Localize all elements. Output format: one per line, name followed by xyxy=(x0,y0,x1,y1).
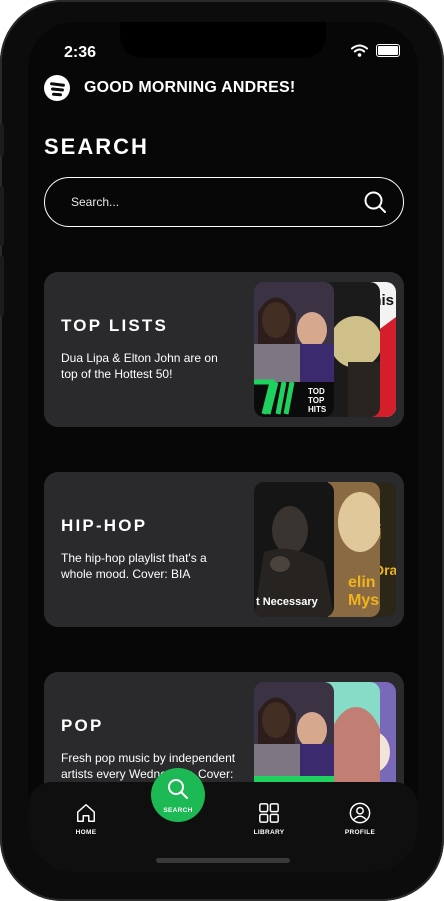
search-bar xyxy=(44,177,404,227)
cover-art-front: t Necessary xyxy=(254,482,334,617)
status-icons xyxy=(351,44,400,57)
category-card-top-lists[interactable]: TOP LISTS Dua Lipa & Elton John are on t… xyxy=(44,272,404,427)
app-screen: 2:36 GOOD MORNING ANDRES! SEARCH Search.… xyxy=(28,22,418,872)
cover-art-front: TOD TOP HITS xyxy=(254,282,334,417)
page-title: SEARCH xyxy=(44,134,149,159)
wifi-icon xyxy=(351,44,368,57)
status-time: 2:36 xyxy=(64,44,97,61)
search-input[interactable] xyxy=(69,194,353,210)
search-icon xyxy=(168,779,188,799)
search-icon[interactable] xyxy=(363,190,387,214)
volume-down-button xyxy=(0,256,4,316)
category-title: POP xyxy=(61,716,104,735)
category-card-hip-hop[interactable]: HIP-HOP The hip-hop playlist that's a wh… xyxy=(44,472,404,627)
nav-label: SEARCH xyxy=(163,807,193,814)
greeting-text: GOOD MORNING ANDRES! xyxy=(84,79,296,96)
nav-label: HOME xyxy=(75,829,97,836)
category-title: TOP LISTS xyxy=(61,316,169,335)
cover-art-text: elin Mys xyxy=(348,574,380,609)
category-description: The hip-hop playlist that's a whole mood… xyxy=(61,551,207,581)
nav-label: PROFILE xyxy=(344,829,376,836)
battery-icon xyxy=(376,44,400,57)
mute-switch xyxy=(0,124,4,156)
profile-icon xyxy=(349,802,371,824)
category-title: HIP-HOP xyxy=(61,516,148,535)
category-description: Dua Lipa & Elton John are on top of the … xyxy=(61,351,218,381)
spotify-logo-icon xyxy=(44,75,70,101)
nav-search[interactable]: SEARCH xyxy=(151,768,205,822)
greeting-row: GOOD MORNING ANDRES! xyxy=(44,75,295,101)
nav-home[interactable]: HOME xyxy=(56,802,116,836)
nav-profile[interactable]: PROFILE xyxy=(330,802,390,836)
phone-frame: 2:36 GOOD MORNING ANDRES! SEARCH Search.… xyxy=(0,0,444,901)
home-indicator[interactable] xyxy=(156,858,290,863)
cover-art-text: t Necessary xyxy=(256,596,318,608)
library-icon xyxy=(259,803,279,823)
home-icon xyxy=(77,804,95,822)
notch xyxy=(120,22,326,58)
volume-up-button xyxy=(0,186,4,246)
cover-art-text: TOD TOP HITS xyxy=(308,387,327,414)
nav-library[interactable]: LIBRARY xyxy=(239,802,299,836)
nav-label: LIBRARY xyxy=(253,829,285,836)
